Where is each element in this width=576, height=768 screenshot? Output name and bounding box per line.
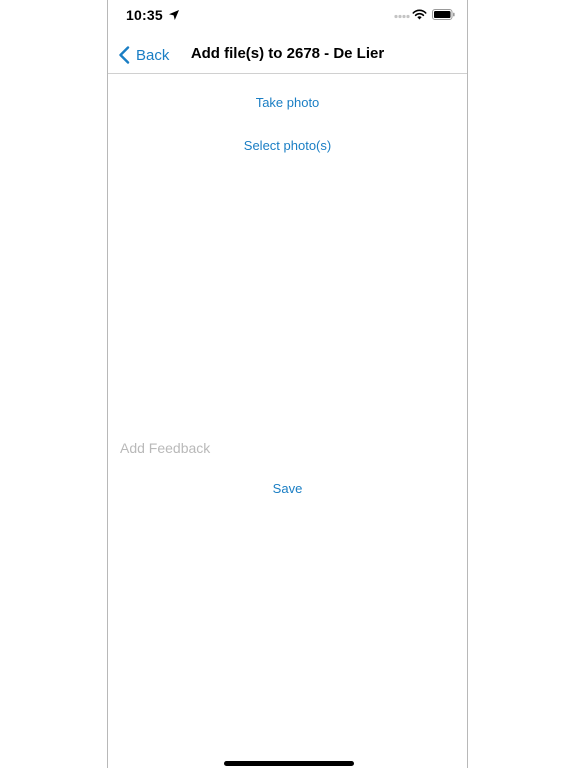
take-photo-button[interactable]: Take photo — [108, 95, 467, 110]
navigation-bar: Back Add file(s) to 2678 - De Lier — [108, 33, 467, 74]
home-indicator[interactable] — [224, 761, 354, 766]
feedback-input[interactable] — [120, 438, 450, 458]
page: 10:35 Back Add file(s) to 2678 - De Lier… — [0, 0, 576, 768]
location-arrow-icon — [169, 10, 179, 20]
status-bar: 10:35 — [108, 0, 467, 32]
status-time: 10:35 — [126, 7, 163, 23]
phone-screen: 10:35 Back Add file(s) to 2678 - De Lier… — [107, 0, 468, 768]
battery-icon — [432, 9, 455, 20]
select-photos-button[interactable]: Select photo(s) — [108, 138, 467, 153]
page-title: Add file(s) to 2678 - De Lier — [190, 45, 385, 62]
wifi-icon — [412, 9, 427, 20]
save-button[interactable]: Save — [108, 481, 467, 496]
signal-icon — [394, 14, 410, 19]
